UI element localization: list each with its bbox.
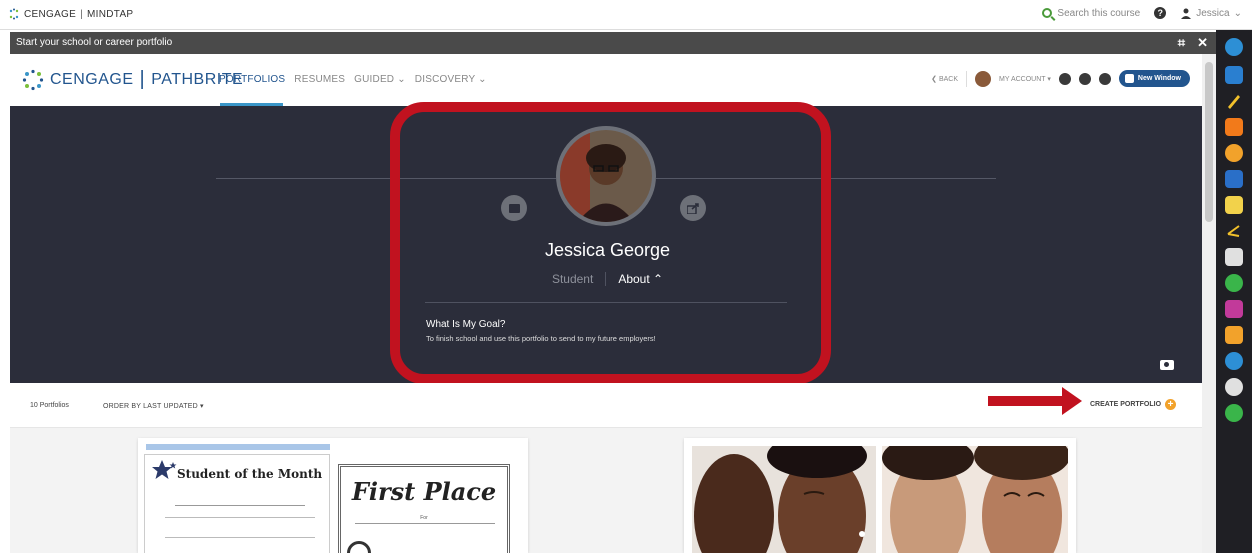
pathbrite-app: CENGAGE | PATHBRITE PORTFOLIOS RESUMES G… [10,54,1202,553]
cert-line [355,523,495,524]
create-portfolio-label: CREATE PORTFOLIO [1090,401,1162,408]
logo-separator: | [139,68,146,90]
window-title: Start your school or career portfolio [16,37,173,48]
brand-mindtap: MINDTAP [87,8,134,20]
portfolio-photo [692,438,876,553]
cert-line [165,517,315,518]
certificate-thumbnail: Student of the Month [144,454,330,553]
portrait-image-icon [692,438,876,553]
camera-icon[interactable] [1160,360,1174,370]
certificate-title: Student of the Month [177,467,323,481]
portfolio-card[interactable]: Student of the Month First Place For [138,438,528,553]
mindtap-topbar: CENGAGE | MINDTAP Search this course ? J… [0,0,1252,30]
nav-divider [966,70,968,87]
portfolio-card[interactable] [684,438,1076,553]
new-window-button[interactable]: New Window [1118,70,1190,87]
back-button[interactable]: ❮ BACK [931,75,958,83]
pathbrite-navbar: CENGAGE | PATHBRITE PORTFOLIOS RESUMES G… [10,54,1202,106]
chat-icon[interactable] [1225,248,1243,266]
cengage-logo-icon [9,8,19,20]
cert-line [175,505,305,506]
mindtap-brand: CENGAGE | MINDTAP [8,8,133,20]
notes-icon[interactable] [1225,196,1243,214]
video-icon[interactable] [1225,300,1243,318]
certificate-title: First Place [351,477,497,506]
my-account-menu[interactable]: MY ACCOUNT ▾ [999,75,1051,83]
portfolio-toolbar: 10 Portfolios ORDER BY LAST UPDATED ▾ CR… [10,383,1202,428]
share-network-icon[interactable] [1225,222,1243,240]
brand-cengage: CENGAGE [24,8,77,20]
brand-separator: | [80,8,84,20]
portfolio-grid: Student of the Month First Place For [10,428,1202,553]
close-icon[interactable]: ✕ [1197,35,1208,51]
app-icon-ring[interactable] [1225,404,1243,422]
app-icon-orange[interactable] [1225,144,1243,162]
analytics-icon[interactable] [1225,352,1243,370]
search-course[interactable]: Search this course [1042,8,1140,19]
pathbrite-logo[interactable]: CENGAGE | PATHBRITE [22,68,243,91]
cengage-logo-icon [22,69,44,90]
portfolio-count: 10 Portfolios [30,402,69,409]
sort-dropdown[interactable]: ORDER BY LAST UPDATED ▾ [103,402,204,410]
logo-cengage: CENGAGE [50,70,134,88]
chevron-down-icon: ⌄ [1233,7,1242,19]
certificate-subtitle: For [420,515,428,521]
expand-icon[interactable]: ⌗ [1178,35,1185,51]
app-dock-rail [1216,30,1252,553]
user-menu[interactable]: Jessica ⌄ [1180,7,1242,19]
star-icon [152,460,177,479]
app-icon-badge[interactable] [1225,38,1243,56]
new-window-label: New Window [1137,75,1181,82]
create-portfolio-button[interactable]: CREATE PORTFOLIO + [1090,399,1177,410]
bell-icon[interactable] [1078,72,1091,85]
search-label: Search this course [1057,7,1141,19]
tab-guided[interactable]: GUIDED ⌄ [354,74,406,85]
search-icon [1042,8,1053,18]
dictionary-icon[interactable] [1225,326,1243,344]
new-window-icon [1124,74,1134,83]
plus-icon: + [1165,399,1177,410]
highlight-annotation [390,102,831,384]
arrow-annotation-shaft [988,396,1064,406]
activity-window-bar: Start your school or career portfolio ⌗ … [10,32,1216,54]
pencil-icon[interactable] [1225,92,1243,110]
tab-resumes[interactable]: RESUMES [294,74,345,85]
help-icon[interactable]: ? [1154,7,1167,19]
user-name: Jessica [1196,7,1230,19]
portrait-image-icon [882,438,1070,553]
seal-icon [347,541,371,553]
book-icon[interactable] [1225,170,1243,188]
certificate-thumbnail: First Place For [338,464,510,553]
app-icon-green[interactable] [1225,274,1243,292]
tab-portfolios[interactable]: PORTFOLIOS [219,74,285,85]
user-icon [1181,8,1192,19]
sync-icon[interactable] [1058,72,1071,85]
briefcase-icon[interactable] [1225,66,1243,84]
arrow-annotation-head [1062,387,1082,415]
cert-line [165,537,315,538]
card-header-bar [146,444,330,450]
avatar[interactable] [975,70,992,87]
scroll-thumb[interactable] [1205,62,1213,222]
search-app-icon[interactable] [1225,378,1243,396]
rss-icon[interactable] [1225,118,1243,136]
tab-discovery[interactable]: DISCOVERY ⌄ [415,74,487,85]
portfolio-photo [882,438,1070,553]
app-scrollbar[interactable] [1202,54,1216,553]
help-icon[interactable] [1098,72,1111,85]
